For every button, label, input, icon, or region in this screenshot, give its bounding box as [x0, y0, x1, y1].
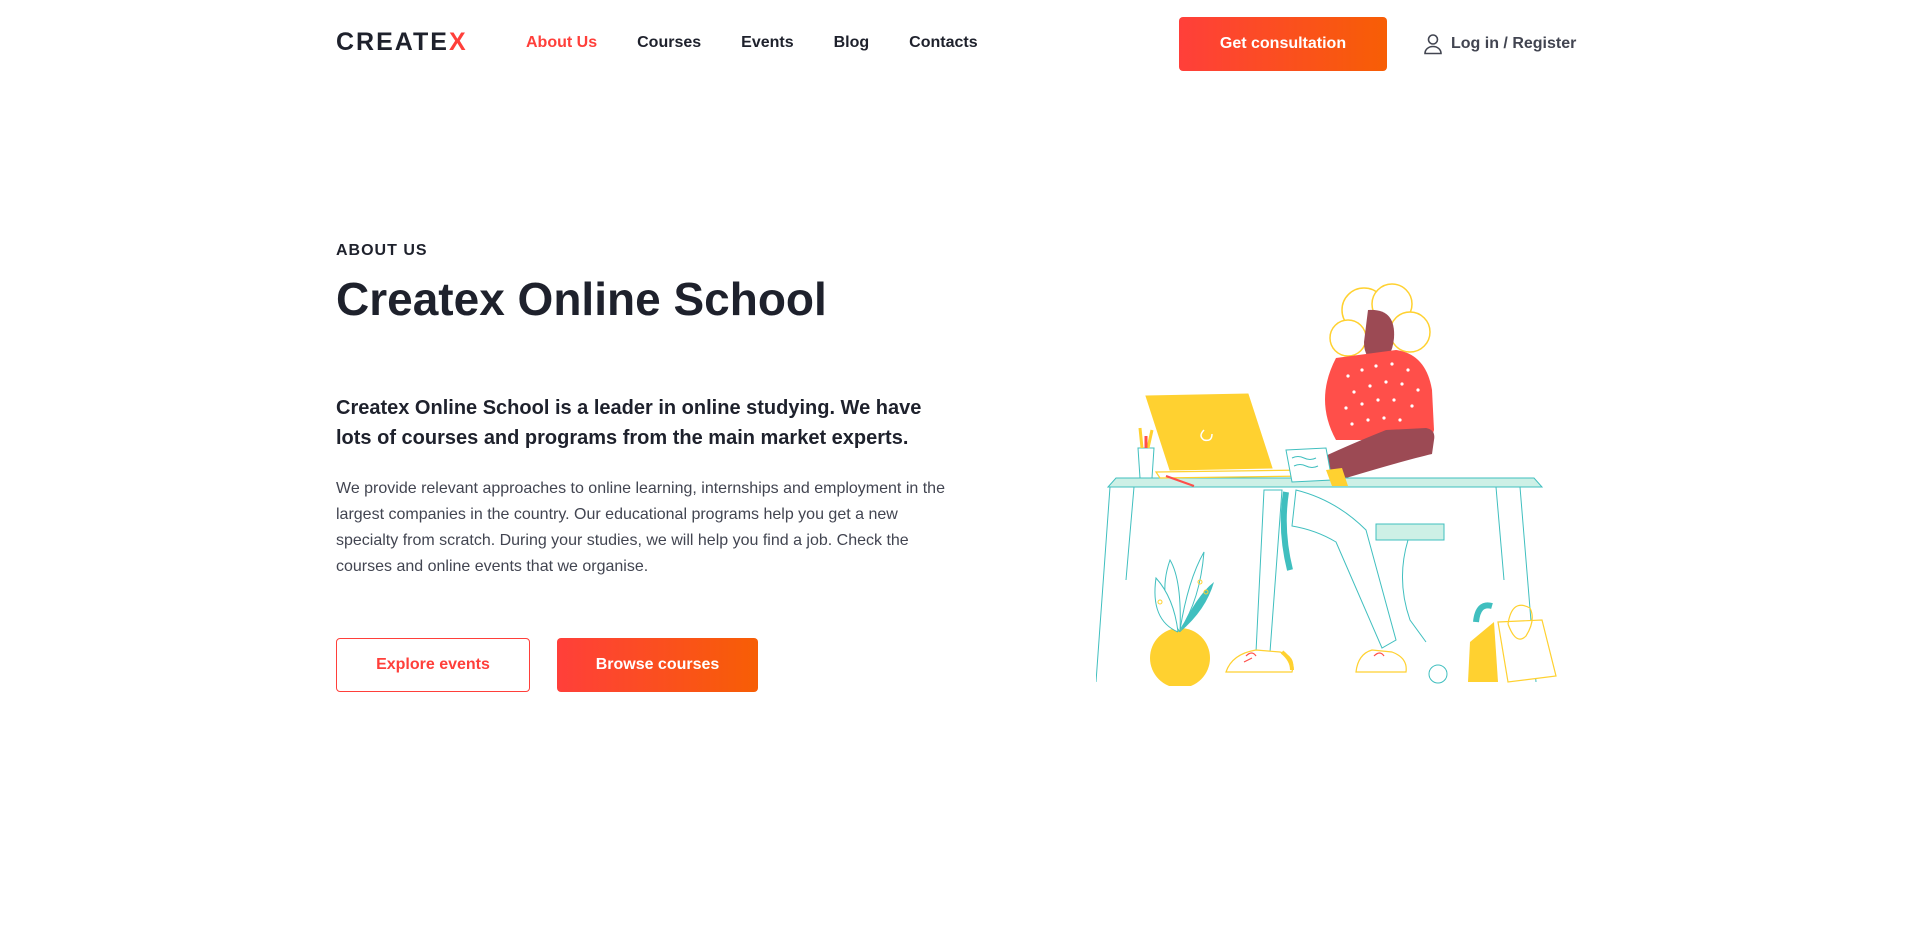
browse-courses-button[interactable]: Browse courses — [557, 638, 758, 692]
logo-text: CREATE — [336, 28, 449, 56]
logo-accent: X — [448, 28, 468, 56]
site-header: CREATE X About Us Courses Events Blog Con… — [0, 0, 1905, 88]
createx-logo[interactable]: CREATE X — [336, 28, 468, 57]
nav-item-about-us[interactable]: About Us — [526, 34, 597, 52]
page-title: Createx Online School — [336, 273, 827, 325]
user-icon — [1423, 33, 1443, 55]
lead-paragraph: Createx Online School is a leader in onl… — [336, 397, 922, 449]
nav-item-events[interactable]: Events — [741, 34, 793, 52]
body-paragraph: We provide relevant approaches to online… — [336, 480, 945, 575]
login-register-link[interactable]: Log in / Register — [1423, 33, 1576, 55]
explore-events-button[interactable]: Explore events — [336, 638, 530, 692]
student-at-desk-illustration — [1096, 283, 1557, 686]
nav-item-contacts[interactable]: Contacts — [909, 34, 977, 52]
section-eyebrow: ABOUT US — [336, 242, 428, 259]
nav-item-courses[interactable]: Courses — [637, 34, 701, 52]
nav-item-blog[interactable]: Blog — [834, 34, 870, 52]
main-nav: About Us Courses Events Blog Contacts — [526, 34, 1018, 52]
login-label: Log in / Register — [1451, 35, 1577, 52]
get-consultation-button[interactable]: Get consultation — [1179, 17, 1387, 71]
